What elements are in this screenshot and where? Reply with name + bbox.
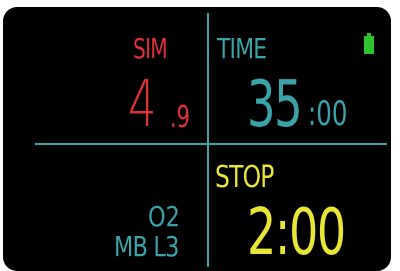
vertical-divider bbox=[207, 13, 209, 267]
time-label: TIME bbox=[217, 32, 267, 65]
horizontal-divider bbox=[35, 143, 387, 145]
mb-level-label: MB L3 bbox=[114, 230, 179, 263]
stop-time-value: 2:00 bbox=[247, 196, 346, 270]
gas-label: O2 bbox=[148, 200, 180, 233]
dive-time-minutes: 35 bbox=[247, 68, 303, 142]
battery-full-icon bbox=[364, 33, 374, 54]
dive-time-seconds: :00 bbox=[308, 94, 348, 134]
sim-label: SIM bbox=[133, 32, 168, 65]
depth-decimal: .9 bbox=[170, 100, 191, 135]
stop-label: STOP bbox=[215, 160, 274, 195]
depth-value: 4 bbox=[128, 68, 157, 142]
dive-computer-screen: SIM 4 .9 TIME 35 :00 O2 MB L3 STOP 2:00 bbox=[3, 7, 391, 271]
